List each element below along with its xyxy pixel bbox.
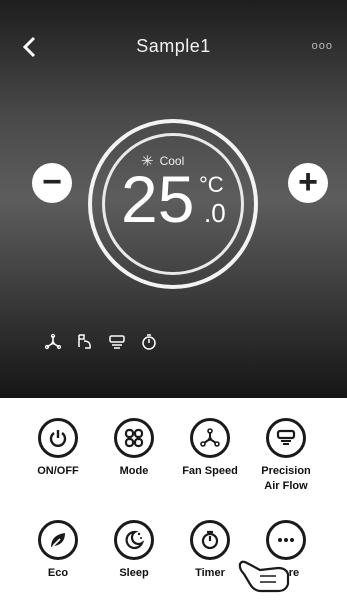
control-label: Precision Air Flow <box>261 465 311 492</box>
control-eco[interactable]: Eco <box>26 520 90 581</box>
mode-icon <box>114 418 154 458</box>
control-label: Sleep <box>119 567 149 579</box>
control-label: Mode <box>119 465 149 477</box>
control-label: Eco <box>47 567 69 579</box>
sleep-moon-icon <box>114 520 154 560</box>
swing-icon <box>78 334 91 349</box>
control-fan-speed[interactable]: Fan Speed <box>178 418 242 479</box>
airflow-icon <box>109 335 125 349</box>
control-label: Timer <box>195 567 225 579</box>
temperature-unit: °C <box>199 172 224 197</box>
app-screen: Sample1 ooo ✳ Cool 25 °C .0 − + ON/OFF M… <box>0 0 347 609</box>
control-timer[interactable]: Timer <box>178 520 242 581</box>
control-label: Fan Speed <box>182 465 238 477</box>
pointing-hand-icon <box>238 560 290 593</box>
decrease-temperature-button[interactable]: − <box>32 163 72 203</box>
increase-temperature-button[interactable]: + <box>288 163 328 203</box>
temperature-value: 25 <box>121 162 195 236</box>
controls-panel: ON/OFF Mode Fan Speed Precision Air Flow… <box>0 398 347 609</box>
airflow-icon <box>266 418 306 458</box>
control-sleep[interactable]: Sleep <box>102 520 166 581</box>
eco-leaf-icon <box>38 520 78 560</box>
more-menu-button[interactable]: ooo <box>312 40 333 52</box>
temperature-decimal: .0 <box>204 198 226 228</box>
device-title: Sample1 <box>136 36 211 56</box>
control-precision-air-flow[interactable]: Precision Air Flow <box>254 418 318 494</box>
status-icons <box>44 333 158 351</box>
control-on-off[interactable]: ON/OFF <box>26 418 90 479</box>
fan-icon <box>190 418 230 458</box>
thermostat-panel: Sample1 ooo ✳ Cool 25 °C .0 − + <box>0 0 347 398</box>
control-mode[interactable]: Mode <box>102 418 166 479</box>
timer-icon <box>190 520 230 560</box>
fan-icon <box>44 333 62 350</box>
power-icon <box>38 418 78 458</box>
control-label: ON/OFF <box>37 465 79 477</box>
timer-icon <box>142 334 156 350</box>
